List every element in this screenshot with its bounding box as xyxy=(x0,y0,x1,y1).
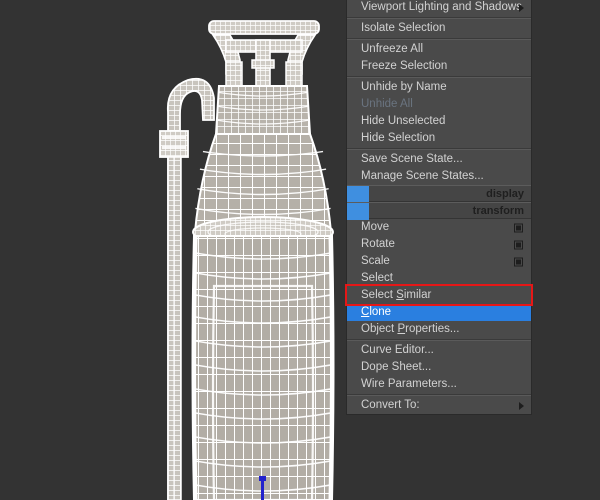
menu-item-manage-scene-states[interactable]: Manage Scene States... xyxy=(347,168,531,185)
menu-item-label: Unhide All xyxy=(361,98,413,110)
menu-item-unhide-all: Unhide All xyxy=(347,96,531,113)
menu-item-label: Hide Selection xyxy=(361,132,436,144)
menu-separator xyxy=(347,76,531,78)
quad-menu[interactable]: Viewport Lighting and Shadows Isolate Se… xyxy=(346,0,532,415)
menu-item-label-suffix: roperties... xyxy=(405,323,460,335)
menu-item-label-prefix: Object xyxy=(361,323,398,335)
menu-item-label: Select xyxy=(361,272,393,284)
menu-item-hide-unselected[interactable]: Hide Unselected xyxy=(347,113,531,130)
menu-item-label: Viewport Lighting and Shadows xyxy=(361,1,522,13)
cylinder-body-wireframe xyxy=(191,235,335,500)
menu-item-unfreeze-all[interactable]: Unfreeze All xyxy=(347,41,531,58)
quad-color-swatch-icon xyxy=(347,186,369,203)
menu-item-label: Convert To: xyxy=(361,399,420,411)
menu-item-unhide-by-name[interactable]: Unhide by Name xyxy=(347,79,531,96)
menu-item-label: Curve Editor... xyxy=(361,344,434,356)
menu-item-label: Save Scene State... xyxy=(361,153,463,165)
menu-item-label: Manage Scene States... xyxy=(361,170,484,182)
quad-section-header-display[interactable]: display xyxy=(347,185,531,203)
menu-item-object-properties[interactable]: Object Properties... xyxy=(347,321,531,338)
carry-handle-wireframe xyxy=(208,20,320,91)
menu-item-label-suffix: lone xyxy=(369,306,392,318)
submenu-arrow-icon xyxy=(519,3,524,12)
menu-item-isolate-selection[interactable]: Isolate Selection xyxy=(347,20,531,37)
menu-separator xyxy=(347,339,531,341)
menu-item-select-similar[interactable]: Select Similar xyxy=(347,287,531,304)
quad-color-swatch-icon xyxy=(347,203,369,220)
quad-section-label: transform xyxy=(472,205,524,217)
menu-item-move[interactable]: Move xyxy=(347,219,531,236)
menu-item-clone[interactable]: Clone xyxy=(347,304,531,321)
menu-item-label: Move xyxy=(361,221,390,233)
menu-separator xyxy=(347,38,531,40)
quad-section-label: display xyxy=(486,188,524,200)
menu-item-hide-selection[interactable]: Hide Selection xyxy=(347,130,531,147)
menu-item-rotate[interactable]: Rotate xyxy=(347,236,531,253)
menu-item-accelerator: P xyxy=(397,323,406,335)
menu-item-viewport-lighting-and-shadows[interactable]: Viewport Lighting and Shadows xyxy=(347,0,531,16)
neck-wireframe xyxy=(214,85,312,135)
dialog-box-icon[interactable] xyxy=(514,240,523,249)
menu-item-convert-to[interactable]: Convert To: xyxy=(347,397,531,414)
menu-item-label: Dope Sheet... xyxy=(361,361,432,373)
menu-item-label-prefix: Select xyxy=(361,289,397,301)
menu-item-save-scene-state[interactable]: Save Scene State... xyxy=(347,151,531,168)
menu-item-label: Freeze Selection xyxy=(361,60,448,72)
menu-item-label: Isolate Selection xyxy=(361,22,446,34)
menu-item-label: Unfreeze All xyxy=(361,43,424,55)
submenu-arrow-icon xyxy=(519,401,524,410)
menu-item-select[interactable]: Select xyxy=(347,270,531,287)
quad-section-header-transform[interactable]: transform xyxy=(347,202,531,220)
dialog-box-icon[interactable] xyxy=(514,223,523,232)
menu-item-label: Unhide by Name xyxy=(361,81,447,93)
menu-item-freeze-selection[interactable]: Freeze Selection xyxy=(347,58,531,75)
dialog-box-icon[interactable] xyxy=(514,257,523,266)
menu-item-label: Hide Unselected xyxy=(361,115,446,127)
menu-item-dope-sheet[interactable]: Dope Sheet... xyxy=(347,359,531,376)
menu-item-label: Wire Parameters... xyxy=(361,378,457,390)
menu-item-label-suffix: imilar xyxy=(403,289,432,301)
menu-item-label: Rotate xyxy=(361,238,395,250)
menu-item-scale[interactable]: Scale xyxy=(347,253,531,270)
menu-item-label: Scale xyxy=(361,255,390,267)
menu-item-curve-editor[interactable]: Curve Editor... xyxy=(347,342,531,359)
menu-separator xyxy=(347,17,531,19)
menu-separator xyxy=(347,148,531,150)
menu-item-wire-parameters[interactable]: Wire Parameters... xyxy=(347,376,531,393)
menu-item-accelerator: S xyxy=(396,289,404,301)
menu-separator xyxy=(347,394,531,396)
